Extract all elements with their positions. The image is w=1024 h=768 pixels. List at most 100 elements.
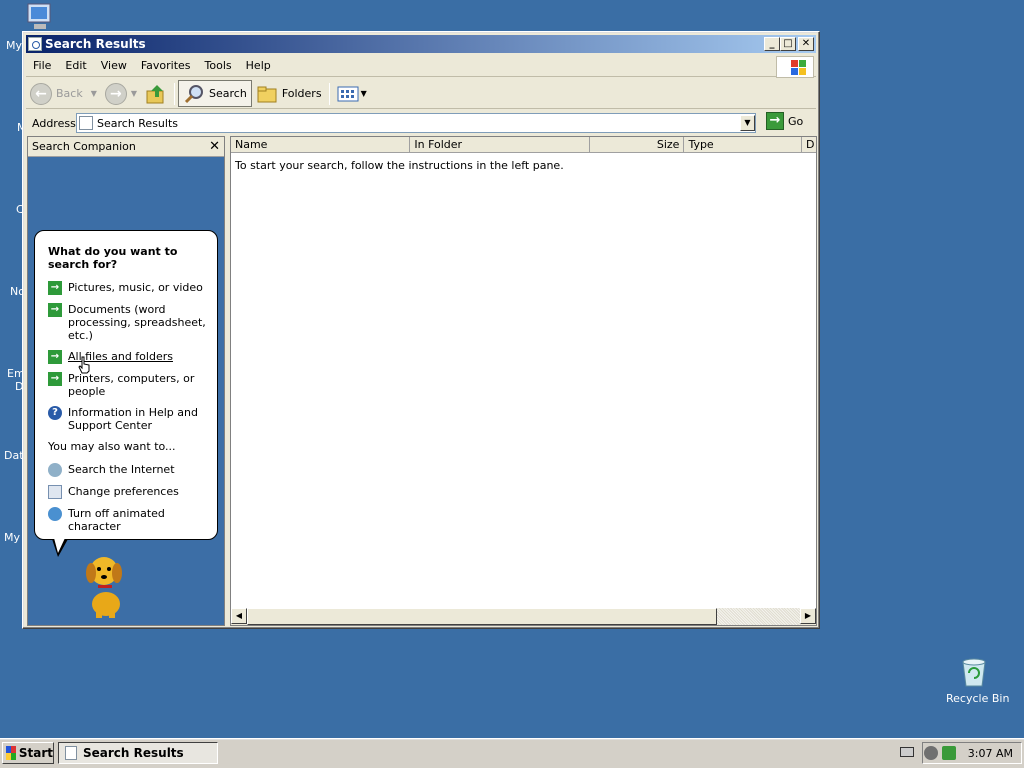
menu-edit[interactable]: Edit — [58, 59, 93, 72]
horizontal-scrollbar[interactable]: ◀ ▶ — [231, 608, 816, 625]
recycle-bin-icon — [962, 658, 986, 687]
column-header-date[interactable]: D — [802, 137, 816, 153]
forward-arrow-icon: → — [104, 82, 127, 105]
search-button[interactable]: Search — [178, 80, 252, 107]
option-pictures-music-video[interactable]: → Pictures, music, or video — [48, 281, 209, 295]
search-window-icon — [28, 37, 42, 51]
option-printers-computers-people[interactable]: → Printers, computers, or people — [48, 372, 209, 398]
views-button[interactable]: ▼ — [333, 81, 371, 107]
close-button[interactable]: ✕ — [798, 37, 814, 51]
minimize-button[interactable]: _ — [764, 37, 780, 51]
magnifier-icon — [184, 84, 204, 103]
column-header-size[interactable]: Size — [590, 137, 685, 153]
search-page-icon — [79, 116, 93, 130]
my-computer-desktop-icon[interactable] — [22, 2, 56, 32]
network-icon[interactable] — [941, 746, 956, 760]
menu-tools[interactable]: Tools — [198, 59, 239, 72]
forward-button[interactable]: → ▼ — [101, 81, 141, 107]
scrollbar-track[interactable] — [717, 608, 801, 625]
option-all-files-and-folders[interactable]: → All files and folders — [48, 350, 209, 364]
empty-results-message: To start your search, follow the instruc… — [235, 159, 564, 172]
go-label: Go — [788, 114, 804, 128]
back-button[interactable]: ← Back ▼ — [26, 81, 101, 107]
preferences-icon — [48, 485, 62, 499]
globe-search-icon — [48, 463, 62, 477]
keyboard-icon[interactable] — [900, 747, 914, 757]
recycle-bin-desktop-icon[interactable]: Recycle Bin — [946, 656, 1010, 705]
start-label: Start — [18, 746, 53, 760]
option-label[interactable]: Turn off animated character — [68, 507, 209, 533]
option-turn-off-character[interactable]: Turn off animated character — [48, 507, 209, 533]
chevron-down-icon[interactable]: ▼ — [131, 89, 137, 98]
back-label: Back — [56, 87, 83, 100]
folder-up-icon — [146, 84, 164, 103]
green-arrow-icon: → — [48, 281, 62, 295]
search-companion-title: Search Companion — [32, 140, 136, 153]
address-label: Address — [32, 116, 76, 130]
column-header-in-folder[interactable]: In Folder — [410, 137, 590, 153]
character-icon — [48, 507, 62, 521]
chevron-down-icon[interactable]: ▼ — [361, 89, 367, 98]
menu-bar: File Edit View Favorites Tools Help — [26, 55, 816, 78]
also-want-to-label: You may also want to... — [48, 440, 176, 453]
scrollbar-thumb[interactable] — [247, 608, 717, 625]
address-field[interactable]: Search Results ▼ — [76, 113, 756, 133]
scroll-left-button[interactable]: ◀ — [231, 608, 247, 624]
option-label[interactable]: Pictures, music, or video — [68, 281, 203, 294]
address-dropdown-button[interactable]: ▼ — [740, 115, 755, 131]
column-header-name[interactable]: Name — [231, 137, 411, 153]
taskbar-button-search-results[interactable]: Search Results — [58, 742, 218, 764]
option-help-and-support[interactable]: ? Information in Help and Support Center — [48, 406, 209, 432]
system-tray: 3:07 AM — [922, 742, 1022, 764]
address-bar: Address Search Results ▼ → Go — [26, 111, 816, 135]
maximize-button[interactable]: □ — [780, 37, 796, 51]
clock[interactable]: 3:07 AM — [968, 747, 1013, 760]
toolbar-separator — [174, 82, 176, 105]
menu-file[interactable]: File — [26, 59, 58, 72]
search-balloon: What do you want to search for? → Pictur… — [34, 230, 218, 540]
taskbar-button-label: Search Results — [83, 746, 184, 760]
go-button[interactable]: → Go — [766, 112, 803, 130]
search-companion-pane: Search Companion ✕ What do you want to s… — [27, 136, 225, 626]
toolbar-separator — [328, 82, 330, 105]
green-arrow-icon: → — [48, 372, 62, 386]
option-change-preferences[interactable]: Change preferences — [48, 485, 209, 499]
desktop-label[interactable]: Dat — [4, 449, 24, 462]
rover-dog-character[interactable] — [76, 549, 136, 619]
folders-button[interactable]: Folders — [252, 81, 326, 107]
toolbar: ← Back ▼ → ▼ Search Folders ▼ — [26, 79, 816, 109]
green-arrow-icon: → — [48, 303, 62, 317]
scroll-right-button[interactable]: ▶ — [800, 608, 816, 624]
folders-label: Folders — [281, 87, 322, 100]
results-pane: Name In Folder Size Type D To start your… — [230, 136, 817, 626]
go-arrow-icon: → — [766, 112, 784, 130]
title-bar[interactable]: Search Results _ □ ✕ — [26, 35, 816, 53]
chevron-down-icon[interactable]: ▼ — [91, 89, 97, 98]
close-pane-icon[interactable]: ✕ — [209, 140, 220, 153]
volume-icon[interactable] — [923, 746, 938, 760]
up-button[interactable] — [141, 81, 171, 107]
computer-icon — [27, 3, 51, 29]
start-button[interactable]: Start — [2, 742, 54, 764]
green-arrow-icon: → — [48, 350, 62, 364]
option-label[interactable]: Information in Help and Support Center — [68, 406, 209, 432]
option-label[interactable]: Printers, computers, or people — [68, 372, 209, 398]
option-label[interactable]: Documents (word processing, spreadsheet,… — [68, 303, 209, 342]
option-label[interactable]: Search the Internet — [68, 463, 175, 476]
column-headers: Name In Folder Size Type D — [231, 137, 816, 153]
help-icon: ? — [48, 406, 62, 420]
column-header-type[interactable]: Type — [684, 137, 803, 153]
search-page-icon — [65, 746, 77, 760]
folders-icon — [257, 86, 277, 102]
menu-help[interactable]: Help — [239, 59, 278, 72]
search-results-window: Search Results _ □ ✕ File Edit View Favo… — [22, 31, 820, 629]
recycle-bin-label: Recycle Bin — [946, 692, 1010, 705]
search-question: What do you want to search for? — [48, 245, 178, 271]
desktop-label[interactable]: My — [6, 39, 22, 52]
menu-view[interactable]: View — [94, 59, 134, 72]
menu-favorites[interactable]: Favorites — [134, 59, 198, 72]
option-label[interactable]: Change preferences — [68, 485, 179, 498]
option-documents[interactable]: → Documents (word processing, spreadshee… — [48, 303, 209, 342]
search-label: Search — [209, 87, 247, 100]
option-search-internet[interactable]: Search the Internet — [48, 463, 209, 477]
